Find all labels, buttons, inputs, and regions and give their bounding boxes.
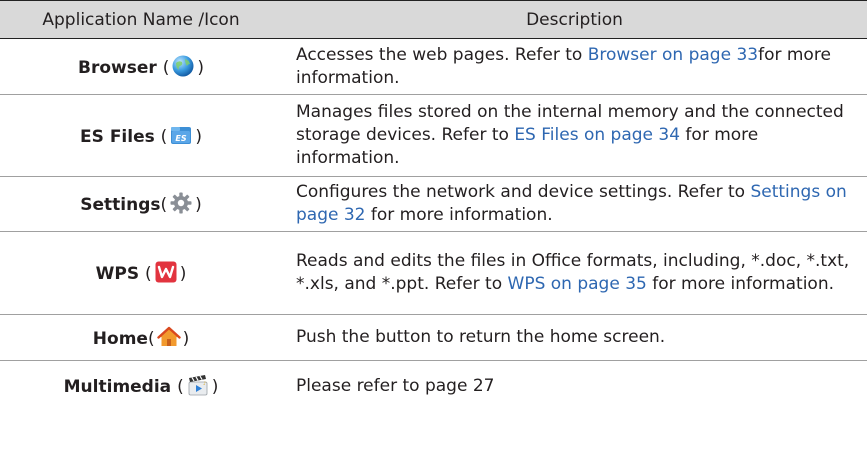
app-name-cell: WPS ( ) (0, 231, 282, 315)
app-name-cell: Settings( ) (0, 176, 282, 232)
app-description: Manages files stored on the internal mem… (282, 94, 867, 177)
app-name: Settings (80, 195, 161, 215)
app-name-cell: ES Files ( ES ) (0, 94, 282, 177)
header-description: Description (282, 0, 867, 39)
table-row: Home( ) Push the button to return the ho… (0, 314, 867, 361)
home-icon (156, 326, 181, 346)
app-name-cell: Home( ) (0, 314, 282, 361)
app-name: ES Files (80, 126, 155, 147)
app-description: Push the button to return the home scree… (282, 314, 867, 361)
table-row: WPS ( ) Reads and edits the files in Off… (0, 231, 867, 315)
table-row: ES Files ( ES ) Manages files stored on … (0, 94, 867, 177)
wps-icon (155, 261, 177, 283)
app-name: Browser (78, 57, 157, 78)
table-row: Browser ( ) Accesses the web pages. Refe… (0, 38, 867, 95)
app-name-cell: Multimedia ( ♪ ) (0, 361, 282, 412)
gear-icon (170, 192, 192, 214)
applications-table: Application Name /Icon Description Brows… (0, 0, 867, 411)
app-description: Please refer to page 27 (296, 375, 495, 396)
app-description: Accesses the web pages. Refer to Browser… (282, 38, 867, 95)
multimedia-icon: ♪ (188, 375, 208, 396)
table-row: Settings( ) Configures the network and d… (0, 176, 867, 232)
browser-page-link[interactable]: Browser on page 33 (588, 45, 758, 65)
wps-page-link[interactable]: WPS on page 35 (508, 274, 647, 294)
app-name-cell: Browser ( ) (0, 38, 282, 95)
svg-text:♪: ♪ (203, 381, 206, 387)
es-files-page-link[interactable]: ES Files on page 34 (514, 125, 680, 145)
app-name: Home (92, 328, 148, 349)
globe-icon (172, 55, 194, 76)
table-row: Multimedia ( ♪ ) Please refer to page 27 (0, 361, 867, 412)
svg-text:ES: ES (176, 134, 187, 143)
es-files-icon: ES (171, 126, 192, 144)
header-application-name: Application Name /Icon (0, 0, 282, 39)
app-description: Configures the network and device settin… (282, 176, 867, 232)
app-name: WPS (95, 264, 140, 284)
app-name: Multimedia (63, 377, 172, 397)
app-description: Reads and edits the files in Office form… (282, 231, 867, 315)
table-header-row: Application Name /Icon Description (0, 0, 867, 39)
